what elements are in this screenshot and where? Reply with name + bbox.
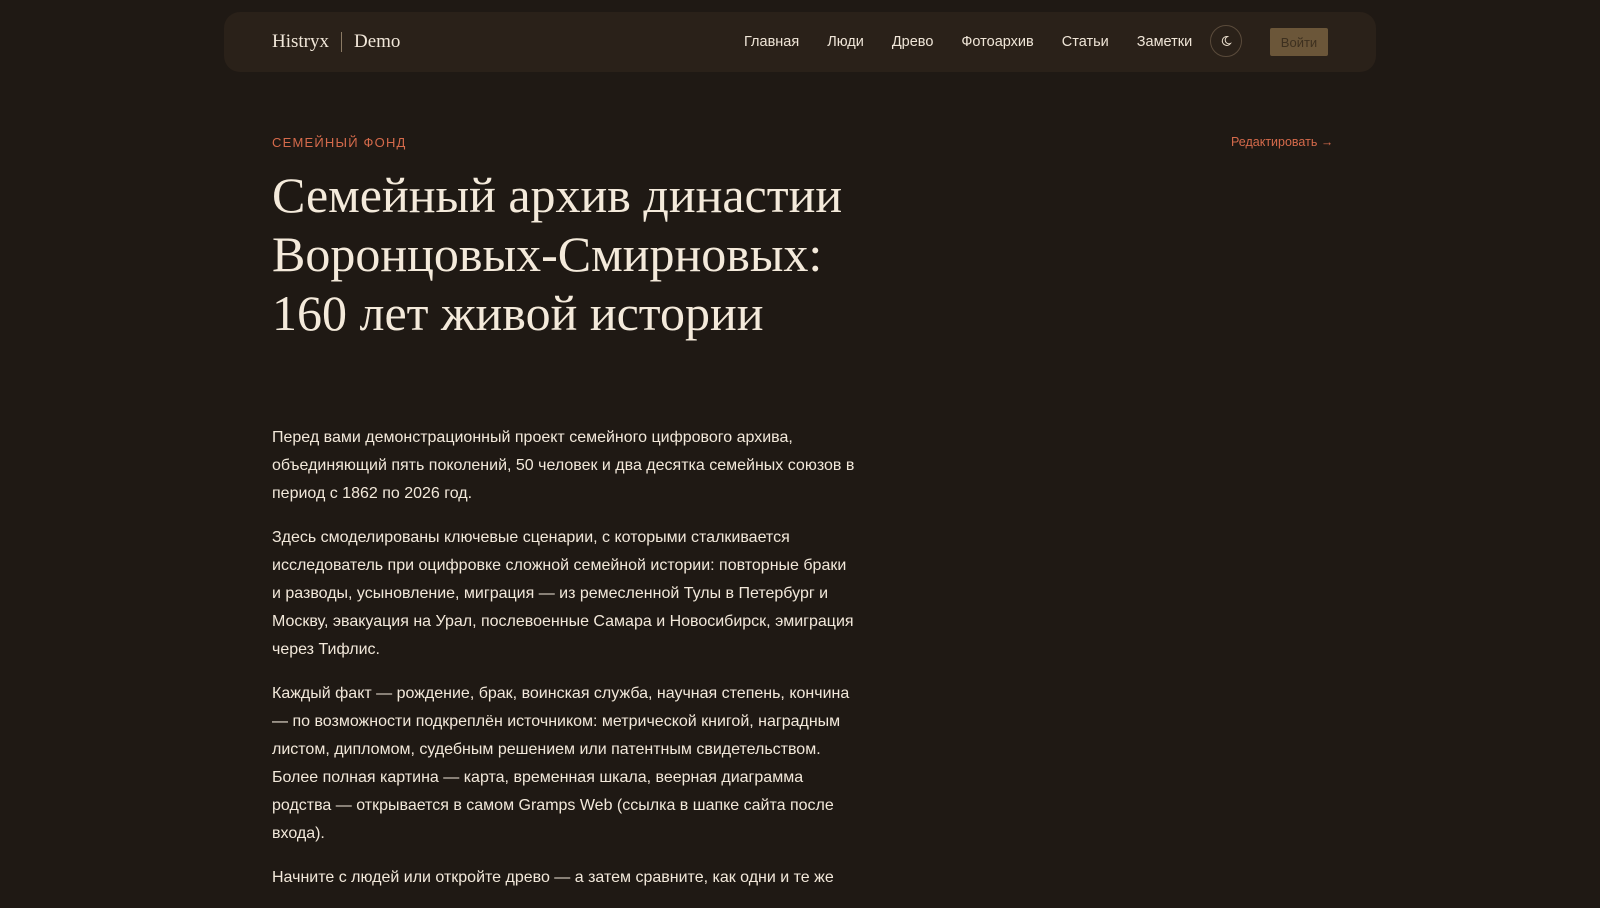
paragraph: Здесь смоделированы ключевые сценарии, с… [272,529,854,658]
paragraph: Каждый факт — рождение, брак, воинская с… [272,685,850,842]
brand-suffix: Demo [354,31,401,52]
login-button[interactable]: Войти [1270,28,1328,56]
brand-divider [341,32,342,52]
nav-item-notes[interactable]: Заметки [1137,34,1192,50]
nav-item-articles[interactable]: Статьи [1062,34,1109,50]
nav-item-home[interactable]: Главная [744,34,799,50]
main-nav: Главная Люди Древо Фотоархив Статьи Заме… [744,12,1192,72]
nav-item-photo-archive[interactable]: Фотоархив [961,34,1033,50]
moon-icon [1221,35,1232,46]
page-title: Семейный архив династии Воронцовых-Смирн… [272,167,843,341]
eyebrow-label: СЕМЕЙНЫЙ ФОНД [272,135,407,150]
intro-text: Перед вами демонстрационный проект семей… [272,424,856,908]
nav-item-tree[interactable]: Древо [892,34,934,50]
edit-link[interactable]: Редактировать → [1231,135,1333,149]
brand-name: Histryx [272,31,329,52]
paragraph: Начните с людей или откройте древо — а з… [272,869,834,886]
brand[interactable]: Histryx Demo [272,12,400,72]
site-header: Histryx Demo Главная Люди Древо Фотоархи… [224,12,1376,72]
paragraph: Перед вами демонстрационный проект семей… [272,429,855,502]
theme-toggle-button[interactable] [1210,25,1242,57]
nav-item-people[interactable]: Люди [827,34,864,50]
